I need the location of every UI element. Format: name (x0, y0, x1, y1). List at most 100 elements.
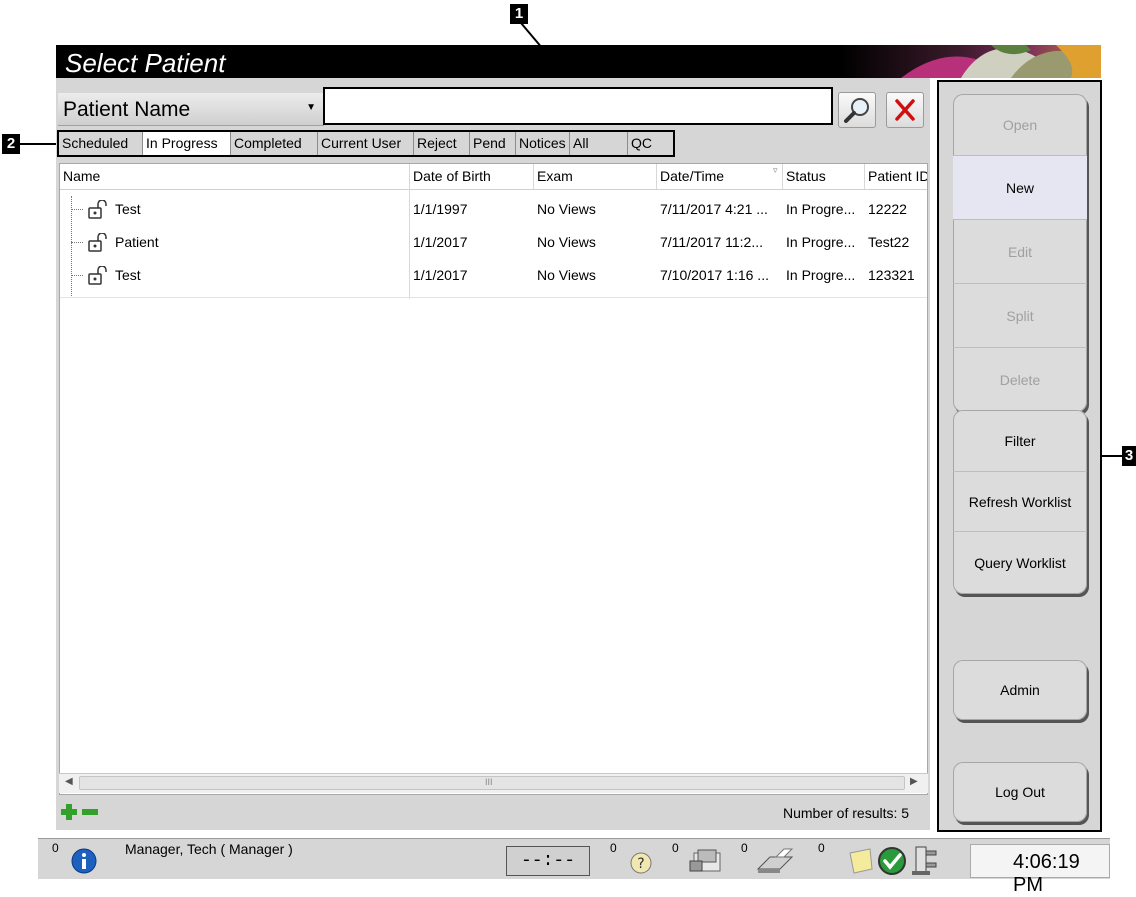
cell-status: In Progre... (786, 201, 856, 217)
system-ok-icon[interactable] (876, 845, 910, 877)
cell-exam: No Views (537, 267, 596, 283)
admin-button[interactable]: Admin (953, 660, 1087, 720)
scroll-left-icon[interactable]: ◀ (65, 776, 73, 787)
logout-button[interactable]: Log Out (953, 762, 1087, 822)
logout-group: Log Out (953, 762, 1087, 822)
table-row[interactable]: Test 1/1/1997 No Views 7/11/2017 4:21 ..… (60, 193, 927, 225)
tree-branch (71, 275, 83, 276)
horizontal-scrollbar[interactable]: ◀ III ▶ (59, 773, 928, 793)
search-field-dropdown[interactable]: Patient Name ▼ (58, 93, 324, 126)
column-header-patient-id[interactable]: Patient ID (865, 164, 927, 189)
table-header: Name Date of Birth Exam Date/Time ▿ Stat… (60, 164, 927, 190)
search-box (323, 87, 833, 125)
callout-2-pointer (20, 143, 57, 145)
edit-button[interactable]: Edit (953, 220, 1087, 284)
cell-exam: No Views (537, 201, 596, 217)
tab-scheduled[interactable]: Scheduled (59, 132, 143, 155)
cell-datetime: 7/10/2017 1:16 ... (660, 267, 769, 283)
tab-notices[interactable]: Notices (516, 132, 570, 155)
help-icon[interactable]: ? (628, 849, 656, 875)
clock-time: 4:06:19 PM (1013, 851, 1080, 896)
device-status-icon[interactable] (910, 845, 940, 877)
search-button[interactable] (838, 92, 876, 128)
alert-count: 0 (52, 841, 59, 855)
cell-status: In Progre... (786, 267, 856, 283)
cell-patient-id: 123321 (868, 267, 915, 283)
worklist-tabs: Scheduled In Progress Completed Current … (57, 130, 675, 157)
scrollbar-grip: III (485, 777, 493, 787)
cell-patient-id: Test22 (868, 234, 910, 250)
tree-branch (71, 242, 83, 243)
tab-reject[interactable]: Reject (414, 132, 470, 155)
cell-dob: 1/1/2017 (413, 267, 468, 283)
patient-action-group: Open New Edit Split Delete (953, 94, 1087, 412)
results-count: Number of results: 5 (783, 805, 910, 821)
cell-name: Test (115, 201, 141, 217)
unlocked-patient-icon (88, 233, 107, 252)
archive-queue-icon[interactable] (688, 847, 728, 875)
column-header-exam[interactable]: Exam (534, 164, 657, 189)
status-bar: 0 Manager, Tech ( Manager ) --:-- 0 ? 0 … (38, 838, 1110, 896)
callout-1: 1 (510, 4, 528, 24)
refresh-worklist-button[interactable]: Refresh Worklist (953, 472, 1087, 532)
cell-exam: No Views (537, 234, 596, 250)
split-button[interactable]: Split (953, 284, 1087, 348)
tab-qc[interactable]: QC (628, 132, 673, 155)
remove-icon[interactable] (82, 809, 98, 815)
callout-2: 2 (2, 134, 20, 154)
partial-row-clip (60, 297, 927, 298)
cell-name: Test (115, 267, 141, 283)
info-icon[interactable] (70, 847, 98, 875)
delete-button[interactable]: Delete (953, 348, 1087, 412)
add-icon[interactable] (61, 804, 77, 820)
print-queue-icon[interactable] (754, 847, 796, 875)
action-panel: Open New Edit Split Delete Filter Refres… (937, 80, 1102, 832)
new-button[interactable]: New (953, 156, 1087, 220)
column-header-status[interactable]: Status (783, 164, 865, 189)
worklist-action-group: Filter Refresh Worklist Query Worklist (953, 410, 1087, 594)
cell-dob: 1/1/1997 (413, 201, 468, 217)
callout-3: 3 (1122, 446, 1136, 466)
window-title: Select Patient (65, 48, 226, 78)
table-row[interactable]: Test 1/1/2017 No Views 7/10/2017 1:16 ..… (60, 259, 927, 291)
tree-branch (71, 209, 83, 210)
unlocked-patient-icon (88, 266, 107, 285)
column-header-name[interactable]: Name (60, 164, 410, 189)
scrollbar-thumb[interactable]: III (79, 776, 905, 790)
search-input[interactable] (325, 89, 831, 123)
notes-icon[interactable] (846, 847, 876, 875)
status-count-3: 0 (741, 841, 748, 855)
scroll-right-icon[interactable]: ▶ (910, 776, 918, 787)
status-count-1: 0 (610, 841, 617, 855)
query-worklist-button[interactable]: Query Worklist (953, 532, 1087, 594)
status-count-4: 0 (818, 841, 825, 855)
tab-in-progress[interactable]: In Progress (143, 132, 231, 155)
cell-name: Patient (115, 234, 159, 250)
column-header-dob[interactable]: Date of Birth (410, 164, 534, 189)
tab-completed[interactable]: Completed (231, 132, 318, 155)
unlocked-patient-icon (88, 200, 107, 219)
sort-indicator-icon: ▿ (773, 165, 778, 175)
tab-pend[interactable]: Pend (470, 132, 516, 155)
header-flower-image (841, 45, 1101, 78)
filter-button[interactable]: Filter (953, 410, 1087, 472)
close-icon (895, 99, 915, 121)
cell-patient-id: 12222 (868, 201, 907, 217)
cell-datetime: 7/11/2017 11:2... (660, 234, 764, 250)
cell-datetime: 7/11/2017 4:21 ... (660, 201, 768, 217)
tab-current-user[interactable]: Current User (318, 132, 414, 155)
open-button[interactable]: Open (953, 94, 1087, 156)
current-user: Manager, Tech ( Manager ) (125, 841, 293, 857)
cell-status: In Progre... (786, 234, 856, 250)
cell-dob: 1/1/2017 (413, 234, 468, 250)
search-field-selected: Patient Name (63, 98, 191, 121)
dropdown-arrow-icon: ▼ (306, 102, 316, 113)
callout-3-pointer (1102, 455, 1122, 457)
clear-search-button[interactable] (886, 92, 924, 128)
exposure-timer: --:-- (506, 846, 590, 876)
table-row[interactable]: Patient 1/1/2017 No Views 7/11/2017 11:2… (60, 226, 927, 258)
add-remove-controls (61, 804, 98, 820)
clock: 4:06:19 PM (970, 844, 1110, 896)
tab-all[interactable]: All (570, 132, 628, 155)
column-header-datetime[interactable]: Date/Time (657, 164, 783, 189)
